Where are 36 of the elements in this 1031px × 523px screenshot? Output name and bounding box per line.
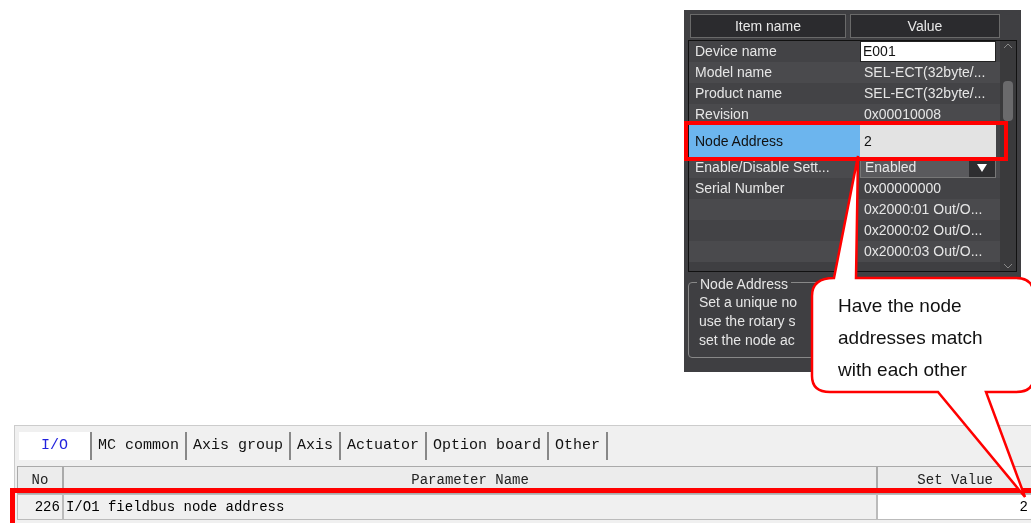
item-value: 0x00010008 — [863, 105, 943, 124]
item-value: 2 — [860, 125, 996, 157]
item-value: SEL-ECT(32byte/... — [863, 63, 987, 82]
item-name: Model name — [694, 63, 774, 82]
scroll-down-icon[interactable] — [1003, 263, 1013, 269]
item-name: Serial Number — [694, 179, 786, 198]
tab[interactable]: Axis group — [187, 432, 292, 460]
callout-text: Have the node addresses match with each other — [838, 294, 984, 382]
description-text: use the rotary s — [699, 312, 796, 331]
item-value: 0x2000:01 Out/O... — [863, 200, 984, 219]
value-field[interactable]: E001 — [860, 41, 996, 62]
column-header: Item name — [690, 14, 846, 38]
description-text: Set a unique no — [699, 293, 798, 312]
item-value: 0x00000000 — [863, 179, 943, 198]
table-cell: I/O1 fieldbus node address — [62, 494, 878, 520]
scroll-up-icon[interactable] — [1003, 43, 1013, 49]
item-value: 0x2000:02 Out/O... — [863, 221, 984, 240]
tab[interactable]: I/O — [19, 432, 92, 460]
item-name: Node Address — [689, 125, 860, 157]
scrollbar[interactable] — [1000, 41, 1016, 271]
item-name: Revision — [694, 105, 750, 124]
tab[interactable]: MC common — [92, 432, 188, 460]
item-name: Enable/Disable Sett... — [694, 158, 831, 177]
tab[interactable]: Actuator — [341, 432, 428, 460]
item-value: SEL-ECT(32byte/... — [863, 84, 987, 103]
tab[interactable]: Option board — [427, 432, 550, 460]
tab[interactable]: Axis — [291, 432, 342, 460]
table-cell: 226 — [17, 494, 63, 520]
tab[interactable]: Other — [549, 432, 609, 460]
description-text: set the node ac — [699, 331, 795, 350]
column-header: Value — [850, 14, 1000, 38]
scroll-thumb[interactable] — [1003, 81, 1013, 121]
item-value: 0x2000:03 Out/O... — [863, 242, 984, 261]
item-name: Device name — [694, 42, 778, 61]
item-name: Product name — [694, 84, 784, 103]
value-field[interactable]: 2 — [877, 494, 1031, 520]
